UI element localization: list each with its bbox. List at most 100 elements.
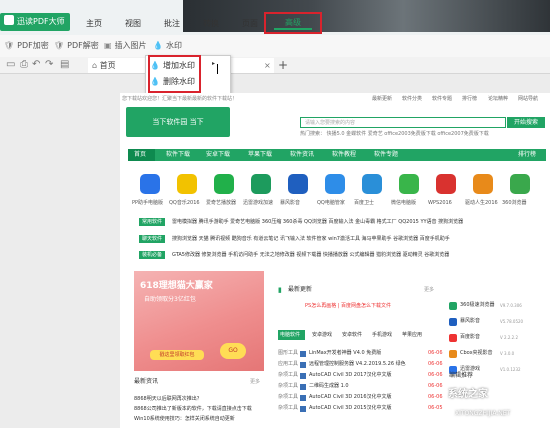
top-link[interactable]: 排行榜	[462, 96, 477, 103]
recommended-software[interactable]: 百度影音	[460, 334, 480, 340]
app-icon[interactable]	[436, 174, 456, 194]
category-tab[interactable]: 电脑软件	[280, 330, 300, 340]
software-name[interactable]: 远程管理控制服务器 V4.2.2019.5.26 绿色	[309, 361, 406, 368]
nav-item[interactable]: 首页	[134, 149, 146, 161]
software-icon[interactable]	[449, 302, 457, 310]
app-icon[interactable]	[362, 174, 382, 194]
row-links[interactable]: GTA5修改器 修复浏览器 手机访问助手 无法之地修改器 视频下载器 快播播放器…	[172, 251, 449, 259]
news-item[interactable]: 8868公司推出了新版本的软件，下载请直接点击下载	[134, 406, 252, 413]
banner-go-button[interactable]: GO	[220, 343, 246, 359]
app-icon[interactable]	[214, 174, 234, 194]
software-name[interactable]: AutoCAD Civil 3D 2015汉化中文版	[309, 405, 392, 412]
recommended-software[interactable]: 360极速浏览器	[460, 302, 495, 308]
app-label[interactable]: 爱奇艺播放器	[206, 200, 236, 207]
text-cursor	[217, 64, 218, 74]
news-item[interactable]: Win10系统使用技巧：怎样关闭系统自动更新	[134, 416, 235, 423]
app-icon[interactable]	[288, 174, 308, 194]
recommended-software[interactable]: 暴风影音	[460, 318, 480, 324]
app-label[interactable]: QQ音乐2016	[169, 200, 200, 207]
software-version: V9.7.0.306	[500, 303, 522, 308]
menu-convert[interactable]: 转换	[203, 18, 219, 30]
ad-text[interactable]: PS怎么再画格 | 百度网盘怎么下载文件	[305, 298, 403, 316]
top-link[interactable]: 最新更新	[372, 96, 392, 103]
app-icon[interactable]	[177, 174, 197, 194]
undo-icon[interactable]: ↶	[32, 59, 40, 70]
updates-icon: ▮	[278, 286, 282, 294]
software-icon	[300, 384, 306, 390]
site-search-input[interactable]: 请输入您要搜索的内容	[300, 117, 506, 128]
nav-item[interactable]: 软件教程	[332, 149, 356, 161]
app-label[interactable]: 微信电脑版	[391, 200, 416, 207]
app-icon[interactable]	[325, 174, 345, 194]
app-icon[interactable]	[140, 174, 160, 194]
software-icon[interactable]	[449, 334, 457, 342]
news-item[interactable]: 8868明天以后联网再次推出？	[134, 396, 202, 403]
close-tab-icon[interactable]: ×	[264, 58, 271, 73]
active-underline	[274, 28, 312, 30]
menu-home[interactable]: 主页	[86, 18, 102, 30]
site-logo[interactable]: 当下软件园 当下	[126, 107, 230, 137]
banner-button[interactable]: 戳这里领取红包	[150, 350, 204, 360]
save-icon[interactable]: ▤	[60, 59, 69, 70]
software-name[interactable]: LinMax开发者神器 V4.0 免费版	[309, 350, 381, 357]
nav-item[interactable]: 苹果下载	[248, 149, 272, 161]
app-icon[interactable]	[251, 174, 271, 194]
pdf-encrypt-button[interactable]: 🛡 PDF加密	[4, 40, 49, 52]
row-links[interactable]: 雷电模拟器 腾讯手游助手 爱奇艺电脑版 360压缩 360杀毒 QQ浏览器 百度…	[172, 218, 463, 226]
software-icon[interactable]	[449, 350, 457, 358]
app-label[interactable]: PP助手电脑版	[132, 200, 163, 207]
tab-home[interactable]: ⌂ 首页	[88, 58, 146, 73]
updates-more-link[interactable]: 更多	[424, 286, 434, 294]
insert-image-button[interactable]: ▣ 插入图片	[104, 40, 147, 52]
redo-icon[interactable]: ↷	[45, 59, 53, 70]
nav-item[interactable]: 排行榜	[518, 149, 536, 161]
nav-item[interactable]: 软件专题	[374, 149, 398, 161]
app-label[interactable]: QQ电脑管家	[317, 200, 345, 207]
software-name[interactable]: AutoCAD Civil 3D 2017汉化中文版	[309, 372, 392, 379]
category-tab[interactable]: 安卓软件	[342, 330, 362, 340]
software-category: 图形工具	[278, 350, 299, 356]
print-icon[interactable]: ⎙	[20, 59, 28, 70]
top-link[interactable]: 软件分类	[402, 96, 422, 103]
app-label[interactable]: 360浏览器	[502, 200, 527, 207]
top-link[interactable]: 论坛精粹	[488, 96, 508, 103]
app-icon[interactable]	[473, 174, 493, 194]
nav-item[interactable]: 安卓下载	[206, 149, 230, 161]
menu-view[interactable]: 视图	[125, 18, 141, 30]
app-label[interactable]: WPS2016	[428, 200, 452, 207]
pdf-decrypt-button[interactable]: 🛡 PDF解密	[54, 40, 99, 52]
menu-annotate[interactable]: 批注	[164, 18, 180, 30]
app-icon[interactable]	[399, 174, 419, 194]
top-link[interactable]: 网站导航	[518, 96, 538, 103]
app-label[interactable]: 百度卫士	[354, 200, 374, 207]
tab-bar	[0, 57, 550, 74]
row-links[interactable]: 搜狗浏览器 天猫 腾讯视频 酷狗音乐 有道云笔记 讯飞输入法 软件管家 win7…	[172, 235, 450, 243]
software-date: 06-06	[428, 361, 443, 367]
category-tab[interactable]: 苹果应用	[402, 330, 422, 340]
open-folder-icon[interactable]: ▭	[6, 59, 15, 70]
software-category: 杂项工具	[278, 405, 299, 411]
recommended-software[interactable]: Cbox央视影音	[460, 350, 493, 356]
software-name[interactable]: 二维码生成器 1.0	[309, 383, 349, 390]
image-icon: ▣	[104, 41, 112, 50]
software-icon[interactable]	[449, 318, 457, 326]
app-label[interactable]: 暴风影音	[280, 200, 300, 207]
category-tab[interactable]: 手机游戏	[372, 330, 392, 340]
news-more-link[interactable]: 更多	[250, 378, 260, 386]
category-tab[interactable]: 安卓游戏	[312, 330, 332, 340]
app-label[interactable]: 迅雷游戏加速	[243, 200, 273, 207]
app-icon	[4, 15, 14, 25]
site-search-button[interactable]: 开始搜索	[507, 117, 545, 128]
software-name[interactable]: AutoCAD Civil 3D 2016汉化中文版	[309, 394, 392, 401]
top-link[interactable]: 软件专题	[432, 96, 452, 103]
app-icon[interactable]	[510, 174, 530, 194]
nav-item[interactable]: 软件下载	[166, 149, 190, 161]
watermark-button[interactable]: 💧 水印	[147, 38, 192, 54]
software-version: V 2.2.2.2	[500, 335, 519, 340]
nav-item[interactable]: 软件资讯	[290, 149, 314, 161]
app-label[interactable]: 驱动人生2016	[465, 200, 498, 207]
menu-page[interactable]: 页面	[242, 18, 258, 30]
new-tab-button[interactable]: +	[278, 57, 288, 73]
software-date: 06-06	[428, 394, 443, 400]
menu-advanced[interactable]: 高级	[264, 12, 322, 34]
